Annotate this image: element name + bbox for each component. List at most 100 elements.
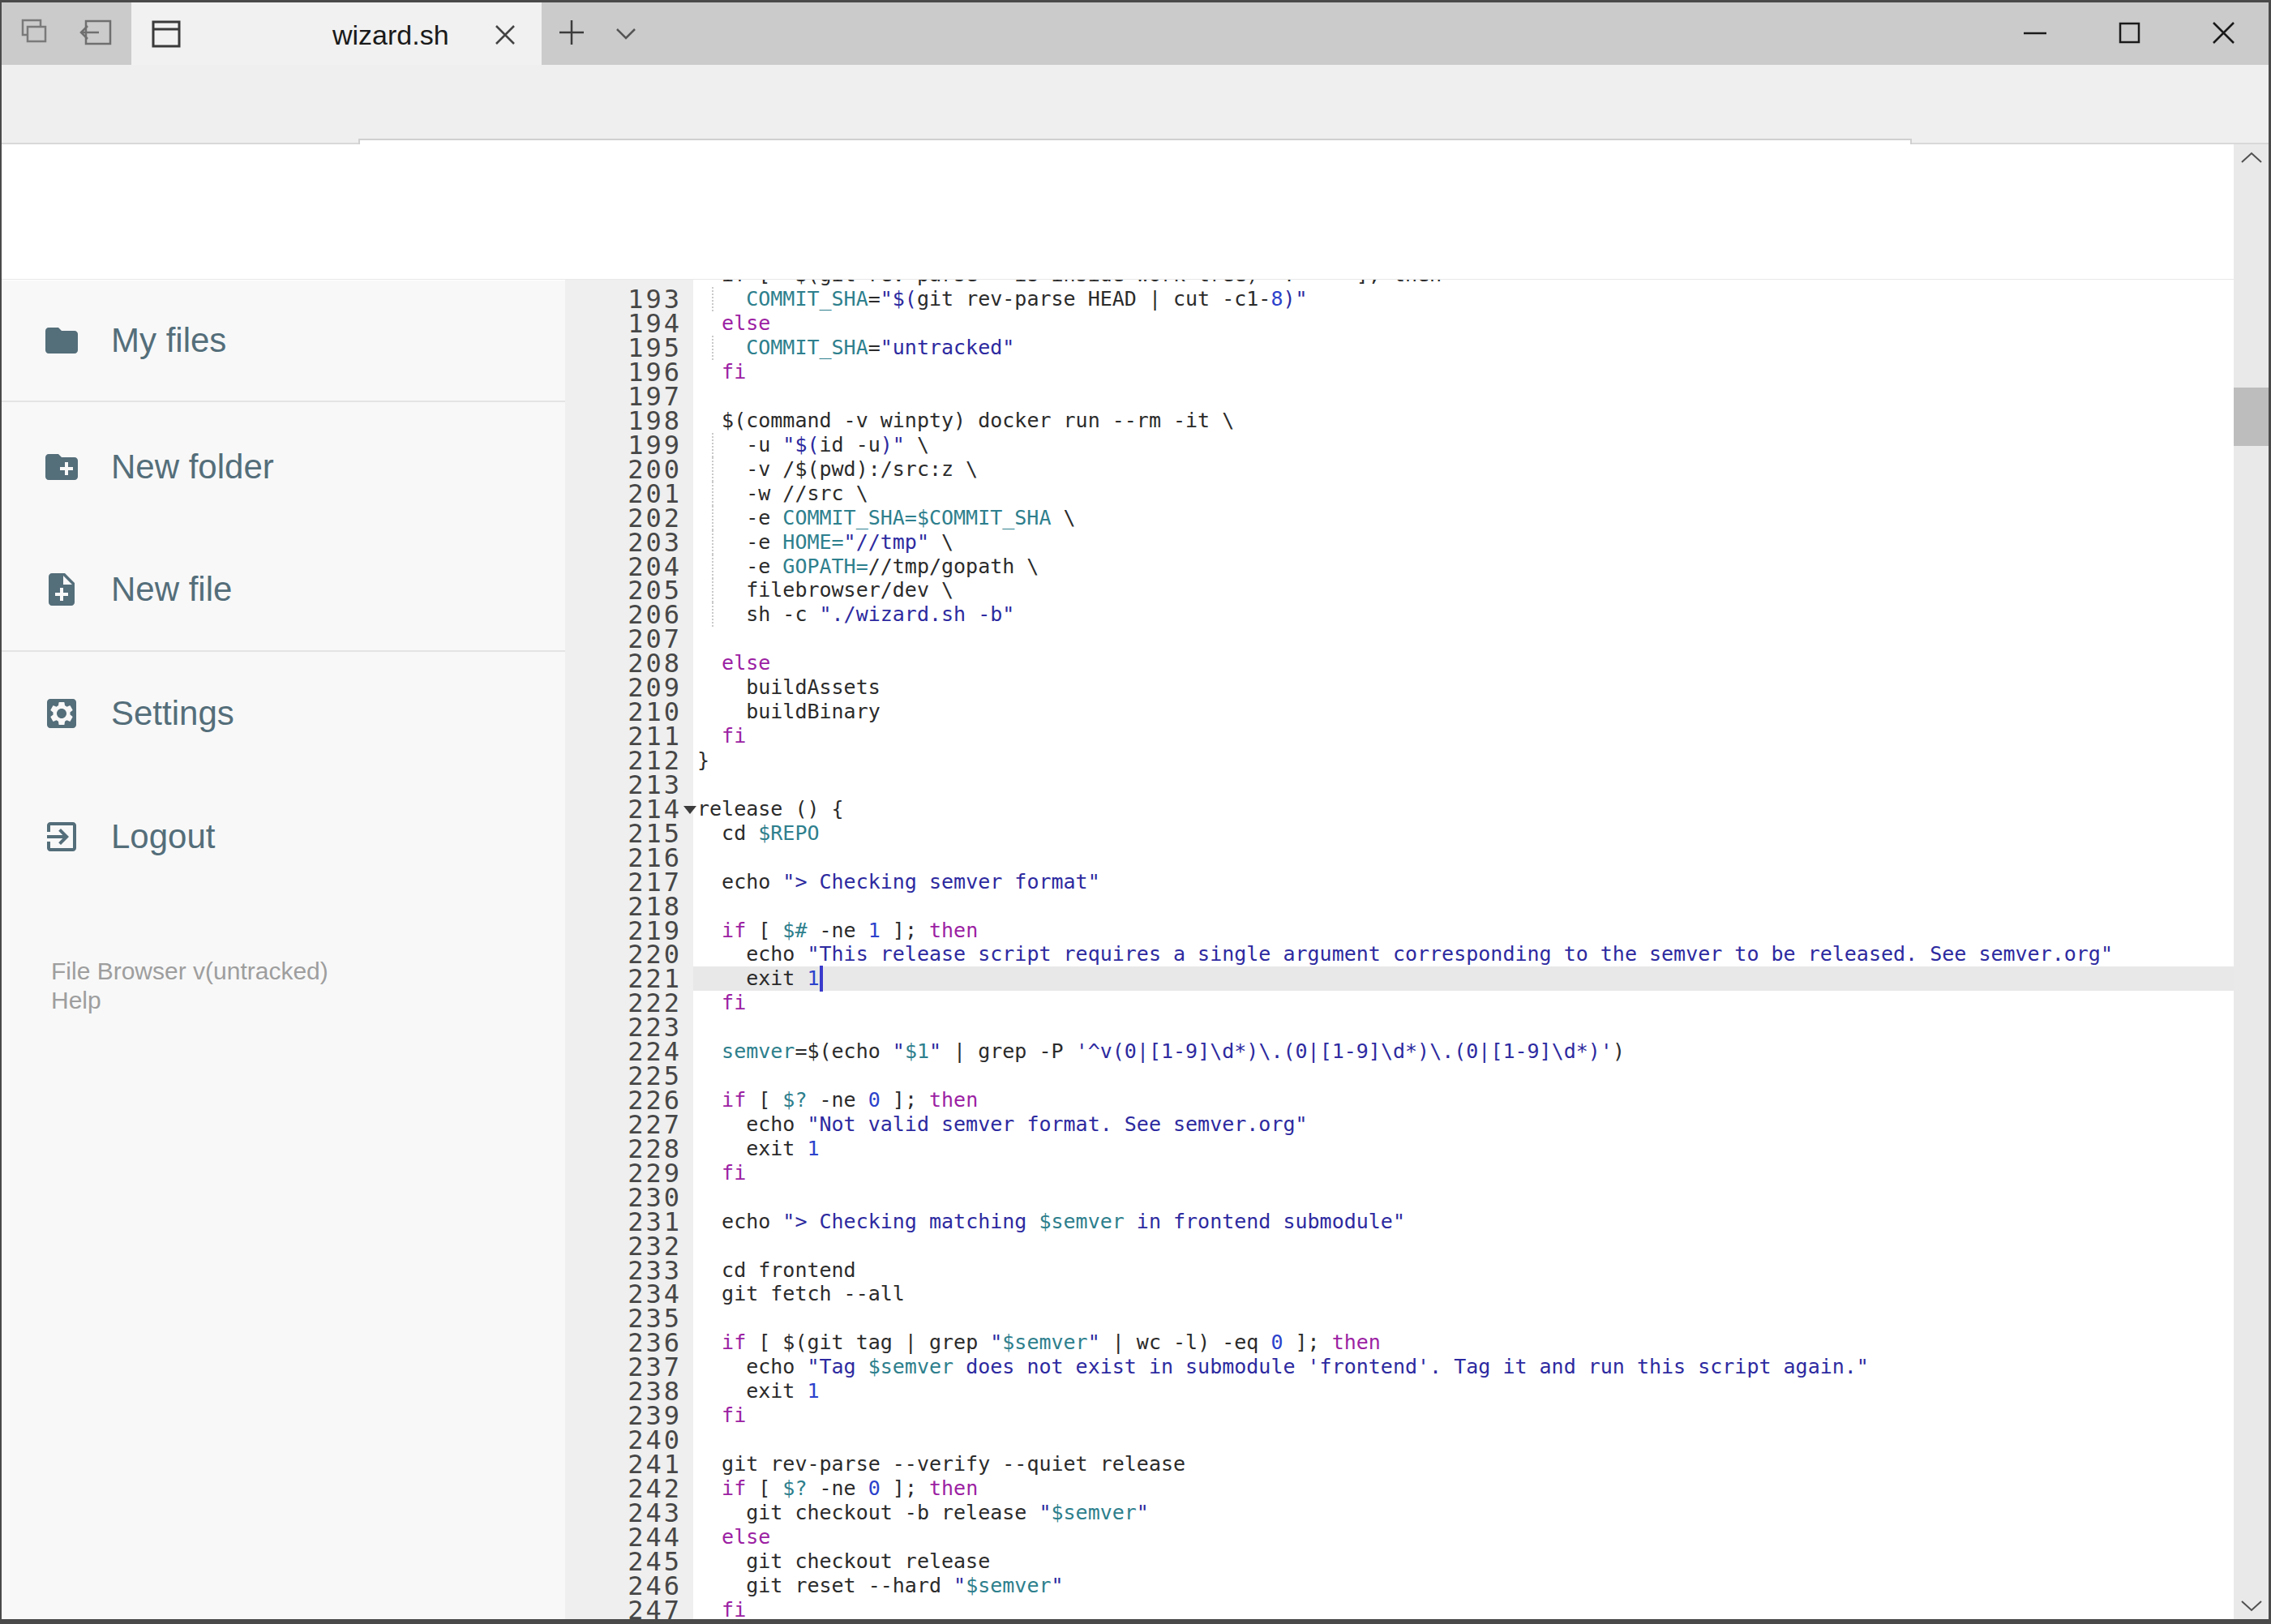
code-line[interactable]: 220echo "This release script requires a … [565, 942, 2234, 966]
tab-preview-icon[interactable] [18, 16, 50, 49]
sidebar-item-label: Logout [111, 788, 215, 885]
code-line[interactable]: 225 [565, 1064, 2234, 1088]
code-line[interactable]: 234git fetch --all [565, 1282, 2234, 1306]
browser-toolbar: filebrowser.web/files/wizard.sh [0, 65, 2271, 144]
code-line[interactable]: 195COMMIT_SHA="untracked" [565, 336, 2234, 360]
code-line[interactable]: 227echo "Not valid semver format. See se… [565, 1112, 2234, 1137]
code-line[interactable]: 211fi [565, 724, 2234, 748]
code-line[interactable]: 238exit 1 [565, 1379, 2234, 1403]
sidebar-item-new-folder[interactable]: New folder [0, 418, 568, 516]
code-line[interactable]: 232 [565, 1234, 2234, 1258]
code-line[interactable]: 200-v /$(pwd):/src:z \ [565, 457, 2234, 482]
sidebar-item-label: New file [111, 541, 232, 638]
code-line[interactable]: 202-e COMMIT_SHA=$COMMIT_SHA \ [565, 506, 2234, 530]
code-line[interactable]: 199-u "$(id -u)" \ [565, 433, 2234, 457]
indent-guide [712, 602, 713, 627]
sidebar-item-my-files[interactable]: My files [0, 292, 568, 389]
sidebar-item-new-file[interactable]: New file [0, 541, 568, 638]
sidebar-item-label: My files [111, 292, 226, 389]
code-line[interactable]: 242if [ $? -ne 0 ]; then [565, 1476, 2234, 1501]
new-file-icon [42, 570, 81, 609]
code-line[interactable]: 221exit 1 [565, 966, 2234, 991]
sidebar-item-settings[interactable]: Settings [0, 665, 568, 762]
tab-close-icon[interactable] [494, 24, 516, 46]
code-line[interactable]: 243git checkout -b release "$semver" [565, 1501, 2234, 1525]
window-border-bottom [0, 1619, 2271, 1624]
code-line[interactable]: 194else [565, 311, 2234, 336]
folder-icon [42, 321, 81, 360]
text-cursor [820, 966, 823, 992]
set-tabs-aside-icon[interactable] [79, 16, 115, 49]
code-line[interactable]: 245git checkout release [565, 1549, 2234, 1574]
tab-list-icon[interactable] [614, 26, 638, 42]
code-line[interactable]: 208else [565, 651, 2234, 675]
code-line[interactable]: 228exit 1 [565, 1137, 2234, 1161]
window-maximize-icon[interactable] [2119, 22, 2140, 44]
help-link[interactable]: Help [51, 987, 101, 1014]
code-line[interactable]: 205filebrowser/dev \ [565, 578, 2234, 602]
code-line[interactable]: 206sh -c "./wizard.sh -b" [565, 602, 2234, 627]
sidebar: My files New folder New file Settings Lo… [0, 281, 568, 1619]
indent-guide [712, 482, 713, 506]
sidebar-divider [0, 401, 568, 402]
code-line[interactable]: 246git reset --hard "$semver" [565, 1574, 2234, 1598]
code-line[interactable]: 241git rev-parse --verify --quiet releas… [565, 1452, 2234, 1476]
code-line[interactable]: 203-e HOME="//tmp" \ [565, 530, 2234, 555]
page-scrollbar[interactable] [2234, 144, 2269, 1619]
code-line[interactable]: 226if [ $? -ne 0 ]; then [565, 1088, 2234, 1112]
code-line[interactable]: 222fi [565, 991, 2234, 1015]
code-line[interactable]: 244else [565, 1525, 2234, 1549]
indent-guide [712, 457, 713, 482]
code-line[interactable]: 216 [565, 846, 2234, 870]
code-line[interactable]: 235 [565, 1306, 2234, 1330]
code-line[interactable]: 207 [565, 627, 2234, 651]
code-line[interactable]: 231echo "> Checking matching $semver in … [565, 1210, 2234, 1234]
code-line[interactable]: 217echo "> Checking semver format" [565, 870, 2234, 894]
code-line[interactable]: 214release () { [565, 797, 2234, 821]
new-tab-icon[interactable] [558, 19, 585, 46]
line-number: 247 [565, 1598, 682, 1619]
browser-tab[interactable]: wizard.sh [131, 2, 542, 65]
code-line[interactable]: 233cd frontend [565, 1258, 2234, 1283]
code-line[interactable]: 237echo "Tag $semver does not exist in s… [565, 1355, 2234, 1379]
code-line[interactable]: 209buildAssets [565, 675, 2234, 700]
code-line[interactable]: 224semver=$(echo "$1" | grep -P '^v(0|[1… [565, 1039, 2234, 1064]
indent-guide [712, 578, 713, 602]
code-line[interactable]: 213 [565, 773, 2234, 797]
code-line[interactable]: 229fi [565, 1161, 2234, 1185]
code-line[interactable]: 204-e GOPATH=//tmp/gopath \ [565, 555, 2234, 579]
code-editor[interactable]: if [ "$(git rev-parse --is-inside-work-t… [565, 280, 2234, 1619]
code-line[interactable]: 218 [565, 894, 2234, 919]
code-line[interactable]: if [ "$(git rev-parse --is-inside-work-t… [565, 280, 2234, 287]
code-line[interactable]: 239fi [565, 1403, 2234, 1428]
code-line[interactable]: 210buildBinary [565, 700, 2234, 724]
window-close-icon[interactable] [2212, 21, 2235, 45]
scroll-up-icon[interactable] [2240, 151, 2263, 164]
sidebar-item-label: Settings [111, 665, 234, 762]
code-line[interactable]: 223 [565, 1015, 2234, 1039]
sidebar-divider [0, 650, 568, 652]
code-line[interactable]: 247fi [565, 1598, 2234, 1619]
window-border-top [0, 0, 2271, 2]
code-line[interactable]: 212} [565, 748, 2234, 773]
code-line[interactable]: 193COMMIT_SHA="$(git rev-parse HEAD | cu… [565, 287, 2234, 311]
indent-guide [712, 555, 713, 579]
code-line[interactable]: 198$(command -v winpty) docker run --rm … [565, 409, 2234, 433]
window-minimize-icon[interactable] [2023, 31, 2047, 36]
code-line[interactable]: 236if [ $(git tag | grep "$semver" | wc … [565, 1330, 2234, 1355]
settings-icon [42, 694, 81, 733]
scrollbar-thumb[interactable] [2234, 388, 2269, 446]
code-line[interactable]: 240 [565, 1428, 2234, 1452]
code-line[interactable]: 219if [ $# -ne 1 ]; then [565, 919, 2234, 943]
fold-arrow-icon[interactable] [683, 806, 696, 814]
code-line[interactable]: 197 [565, 384, 2234, 409]
logout-icon [42, 817, 81, 856]
code-line[interactable]: 230 [565, 1185, 2234, 1210]
tab-favicon [150, 19, 182, 49]
code-line[interactable]: 201-w //src \ [565, 482, 2234, 506]
sidebar-item-logout[interactable]: Logout [0, 788, 568, 885]
scroll-down-icon[interactable] [2240, 1600, 2263, 1613]
code-line[interactable]: 196fi [565, 360, 2234, 384]
indent-guide [712, 530, 713, 555]
code-line[interactable]: 215cd $REPO [565, 821, 2234, 846]
